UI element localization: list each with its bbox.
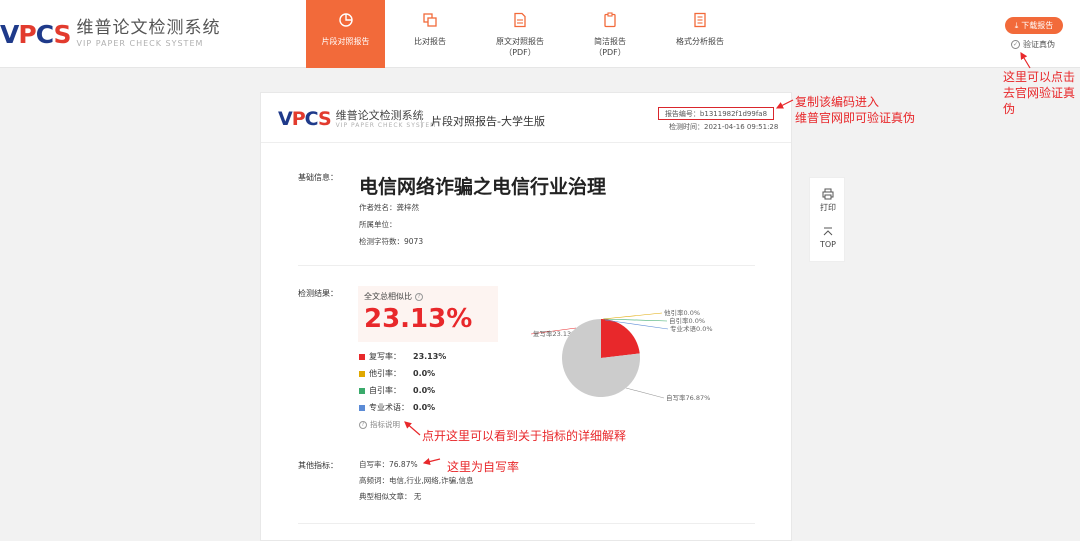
print-button[interactable]: 打印 <box>810 188 846 213</box>
logo-title: 维普论文检测系统 <box>76 18 221 38</box>
annotation-explain: 点开这里可以看到关于指标的详细解释 <box>422 429 627 443</box>
copy-icon <box>423 13 437 27</box>
document-icon <box>514 12 526 28</box>
legend-item: 复写率： 23.13% <box>359 351 446 362</box>
annotation-verify: 这里可以点击 去官网验证真 伪 <box>1003 70 1076 116</box>
pie-label: 专业术语0.0% <box>670 324 713 333</box>
check-time: 检测时间：2021-04-16 09:51:28 <box>669 123 779 131</box>
tab-fragment-report[interactable]: 片段对照报告 <box>306 0 385 68</box>
indicator-explanation-link[interactable]: ? 指标说明 <box>359 419 400 430</box>
report-header: VPCS 维普论文检测系统 VIP PAPER CHECK SYSTEM 片段对… <box>261 93 791 143</box>
book-icon <box>694 12 706 28</box>
print-label: 打印 <box>820 203 836 212</box>
divider <box>298 523 755 524</box>
legend-swatch <box>359 370 365 377</box>
top-header: VPCS 维普论文检测系统 VIP PAPER CHECK SYSTEM 片段对… <box>0 0 1080 68</box>
arrow-up-icon <box>823 227 833 236</box>
tab-label: 片段对照报告 <box>321 37 370 46</box>
similarity-summary: 全文总相似比? 23.13% <box>358 286 498 342</box>
tab-sub-label: （PDF） <box>594 48 626 57</box>
download-icon: ⤓ <box>1014 20 1019 30</box>
self-write-rate: 自写率：76.87% <box>359 460 418 469</box>
site-logo[interactable]: VPCS 维普论文检测系统 VIP PAPER CHECK SYSTEM <box>0 18 221 50</box>
check-circle-icon: ✓ <box>1011 40 1020 49</box>
legend-item: 专业术语： 0.0% <box>359 402 435 413</box>
high-frequency-words: 高频词：电信,行业,网络,诈骗,信息 <box>359 476 474 485</box>
pie-leader-line <box>625 387 665 399</box>
pie-chart-icon <box>338 13 353 27</box>
char-count: 检测字符数：9073 <box>359 237 424 246</box>
divider <box>421 110 422 128</box>
back-to-top-button[interactable]: TOP <box>810 226 846 249</box>
document-title: 电信网络诈骗之电信行业治理 <box>359 176 607 198</box>
annotation-self-write: 这里为自写率 <box>447 460 520 474</box>
legend-swatch <box>359 387 365 394</box>
pie-label: 他引率0.0% <box>664 308 700 317</box>
basic-info-label: 基础信息： <box>298 173 338 182</box>
report-logo: VPCS 维普论文检测系统 VIP PAPER CHECK SYSTEM <box>278 108 436 130</box>
verify-label: 验证真伪 <box>1023 40 1055 49</box>
tab-label: 原文对照报告 <box>496 37 544 46</box>
similarity-pie-chart: 复写率23.13%他引率0.0%自引率0.0%专业术语0.0%自写率76.87% <box>531 308 713 402</box>
pie-label: 自写率76.87% <box>666 393 710 402</box>
annotation-report-number: 复制该编码进入 维普官网即可验证真伪 <box>795 95 916 125</box>
printer-icon <box>822 188 834 200</box>
report-tabs: 片段对照报告 比对报告 原文对照报告 （PDF） 简洁报告 （PDF） 格式分析… <box>306 0 745 68</box>
logo-mark: VPCS <box>278 108 332 130</box>
author-name: 作者姓名：龚梓然 <box>359 203 419 212</box>
divider <box>298 265 755 266</box>
tab-label: 比对报告 <box>414 37 446 46</box>
clipboard-icon <box>604 12 616 28</box>
similarity-value: 23.13% <box>364 304 473 334</box>
similar-documents: 典型相似文章： 无 <box>359 492 422 501</box>
top-label: TOP <box>819 240 836 249</box>
tab-original-pdf[interactable]: 原文对照报告 （PDF） <box>475 0 565 68</box>
report-page: VPCS 维普论文检测系统 VIP PAPER CHECK SYSTEM 片段对… <box>260 92 792 541</box>
legend-swatch <box>359 353 365 360</box>
logo-mark: VPCS <box>0 19 72 49</box>
tab-sub-label: （PDF） <box>504 48 536 57</box>
pie-slice <box>601 319 640 358</box>
help-icon: ? <box>359 420 367 429</box>
tab-label: 简洁报告 <box>594 37 626 46</box>
tab-label: 格式分析报告 <box>676 37 724 46</box>
help-icon[interactable]: ? <box>415 292 423 301</box>
legend-item: 自引率： 0.0% <box>359 385 435 396</box>
tab-compare-report[interactable]: 比对报告 <box>385 0 475 68</box>
side-toolbar: 打印 TOP <box>809 177 845 262</box>
logo-subtitle: VIP PAPER CHECK SYSTEM <box>76 39 204 48</box>
affiliation: 所属单位： <box>359 220 397 229</box>
tab-format-analysis[interactable]: 格式分析报告 <box>655 0 745 68</box>
result-label: 检测结果： <box>298 289 338 298</box>
legend-swatch <box>359 404 365 411</box>
legend-item: 他引率： 0.0% <box>359 368 435 379</box>
download-report-button[interactable]: ⤓ 下载报告 <box>1005 17 1063 34</box>
verify-authenticity-link[interactable]: ✓ 验证真伪 <box>1011 39 1055 50</box>
download-label: 下载报告 <box>1021 21 1054 30</box>
other-metrics-label: 其他指标： <box>298 461 338 470</box>
pie-leader-line <box>603 318 668 322</box>
report-edition: 片段对照报告-大学生版 <box>431 115 545 128</box>
tab-brief-pdf[interactable]: 简洁报告 （PDF） <box>565 0 655 68</box>
report-number[interactable]: 报告编号：b1311982f1d99fa8 <box>658 107 774 120</box>
similarity-title: 全文总相似比? <box>364 291 423 302</box>
pie-leader-line <box>602 312 663 320</box>
pie-label: 自引率0.0% <box>669 316 705 325</box>
